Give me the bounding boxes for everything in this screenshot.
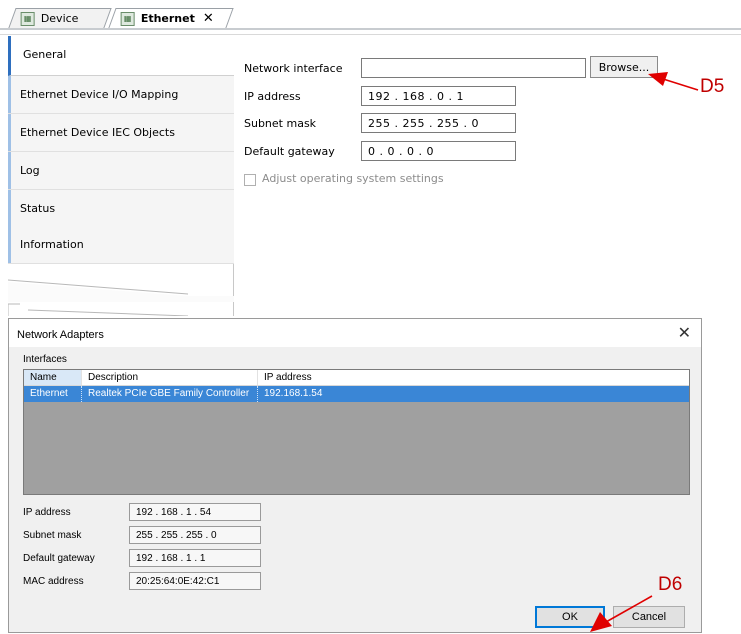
adjust-os-settings-label: Adjust operating system settings [262, 172, 444, 185]
tab-accent [8, 152, 11, 189]
subnet-mask-label: Subnet mask [244, 117, 317, 130]
editor-tab-bar: ▦ Device ▦ Ethernet ✕ [0, 0, 741, 30]
tab-accent [8, 76, 11, 113]
adjust-os-settings-checkbox[interactable] [244, 174, 256, 186]
sidebar-item-label: Ethernet Device IEC Objects [20, 126, 175, 139]
cell-ip: 192.168.1.54 [264, 388, 323, 399]
sidebar-item-log[interactable]: Log [8, 152, 234, 190]
sidebar-tab-edges [8, 262, 234, 316]
dialog-gateway-field: 192 . 168 . 1 . 1 [129, 549, 261, 567]
d6-arrow-icon [590, 595, 653, 632]
tab-device-label: Device [40, 12, 79, 25]
sidebar-item-iec-objects[interactable]: Ethernet Device IEC Objects [8, 114, 234, 152]
tab-ethernet-label: Ethernet [140, 12, 195, 25]
network-interface-input[interactable] [361, 58, 586, 78]
cell-name: Ethernet [24, 386, 82, 402]
column-description[interactable]: Description [82, 370, 258, 385]
sidebar-item-general[interactable]: General [8, 36, 234, 76]
dialog-close-icon[interactable]: ✕ [678, 323, 691, 342]
network-adapters-dialog: Network Adapters ✕ Interfaces Name Descr… [8, 318, 702, 633]
sidebar-item-label: Information [20, 238, 84, 251]
dialog-mac-field: 20:25:64:0E:42:C1 [129, 572, 261, 590]
dialog-title: Network Adapters [17, 329, 104, 341]
d5-arrow-icon [648, 72, 699, 91]
dialog-subnet-field: 255 . 255 . 255 . 0 [129, 526, 261, 544]
content-divider [0, 34, 741, 35]
ip-address-label: IP address [244, 90, 301, 103]
cell-description: Realtek PCIe GBE Family Controller [82, 386, 258, 402]
tab-accent [8, 226, 11, 263]
network-interface-label: Network interface [244, 62, 343, 75]
tab-device[interactable]: ▦ Device [8, 8, 112, 28]
sidebar-item-label: Status [20, 202, 56, 215]
list-header: Name Description IP address [24, 370, 689, 386]
subnet-mask-field[interactable]: 255 . 255 . 255 . 0 [361, 113, 516, 133]
dialog-gateway-label: Default gateway [23, 553, 95, 564]
tab-underline [0, 28, 741, 30]
sidebar-item-label: General [23, 48, 67, 61]
close-tab-icon[interactable]: ✕ [203, 11, 214, 26]
dialog-ip-label: IP address [23, 507, 71, 518]
default-gateway-label: Default gateway [244, 145, 335, 158]
column-name[interactable]: Name [24, 370, 82, 385]
ethernet-icon: ▦ [120, 11, 135, 26]
device-icon: ▦ [20, 11, 35, 26]
sidebar-item-label: Ethernet Device I/O Mapping [20, 88, 179, 101]
dialog-ip-field: 192 . 168 . 1 . 54 [129, 503, 261, 521]
sidebar-item-information[interactable]: Information [8, 226, 234, 264]
tab-ethernet[interactable]: ▦ Ethernet ✕ [108, 8, 234, 28]
interfaces-label: Interfaces [23, 354, 67, 365]
annotation-d5: D5 [700, 76, 725, 97]
tab-accent [8, 114, 11, 151]
list-item[interactable]: Ethernet Realtek PCIe GBE Family Control… [24, 386, 689, 402]
settings-sidebar: General Ethernet Device I/O Mapping Ethe… [8, 36, 234, 316]
interfaces-list[interactable]: Name Description IP address Ethernet Rea… [23, 369, 690, 495]
sidebar-item-io-mapping[interactable]: Ethernet Device I/O Mapping [8, 76, 234, 114]
dialog-subnet-label: Subnet mask [23, 530, 82, 541]
dialog-mac-label: MAC address [23, 576, 84, 587]
default-gateway-field[interactable]: 0 . 0 . 0 . 0 [361, 141, 516, 161]
annotation-d6: D6 [658, 574, 683, 595]
dialog-titlebar [9, 319, 701, 347]
sidebar-item-label: Log [20, 164, 40, 177]
tab-accent [8, 190, 11, 227]
column-ip-address[interactable]: IP address [258, 370, 689, 385]
ip-address-field[interactable]: 192 . 168 . 0 . 1 [361, 86, 516, 106]
sidebar-item-status[interactable]: Status [8, 190, 234, 228]
